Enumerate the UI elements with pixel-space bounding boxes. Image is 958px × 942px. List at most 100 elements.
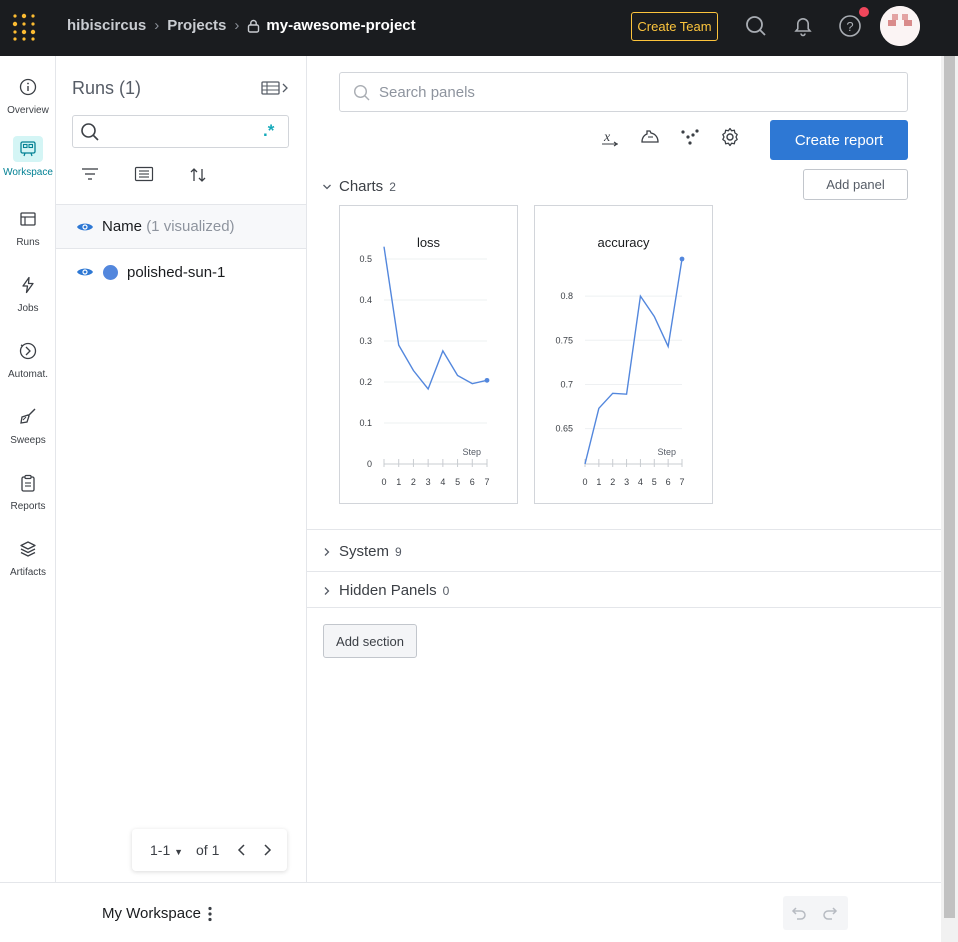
y-tick-label: 0 — [367, 459, 372, 469]
chevron-right-icon[interactable] — [261, 843, 273, 857]
eye-icon[interactable] — [76, 221, 94, 233]
x-tick-label: 6 — [666, 477, 671, 487]
chart-panel-loss[interactable]: loss 0 0.1 0.2 0.3 0.4 0.5 0 1 2 3 4 5 6 7 Step — [339, 205, 518, 504]
info-icon — [19, 78, 37, 96]
undo-icon[interactable] — [789, 904, 807, 922]
filter-icon[interactable] — [80, 166, 100, 182]
x-tick-label: 4 — [638, 477, 643, 487]
nav-sweeps[interactable]: Sweeps — [0, 404, 56, 456]
section-title: System 9 — [339, 543, 402, 560]
nav-automations[interactable]: Automat. — [0, 338, 56, 390]
svg-text:x: x — [603, 130, 611, 145]
section-count: 0 — [442, 584, 450, 598]
x-axis-label: Step — [657, 447, 676, 457]
broom-icon — [20, 408, 36, 424]
x-tick-label: 1 — [396, 477, 401, 487]
workspace-footer: My Workspace — [0, 882, 941, 942]
breadcrumb-projects[interactable]: Projects — [167, 17, 226, 34]
add-section-button[interactable]: Add section — [323, 624, 417, 658]
series-end-point — [679, 256, 685, 262]
nav-artifacts[interactable]: Artifacts — [0, 536, 56, 588]
x-tick-label: 1 — [596, 477, 601, 487]
breadcrumb-project[interactable]: my-awesome-project — [247, 17, 416, 34]
automation-icon — [19, 342, 37, 360]
nav-label: Runs — [16, 237, 40, 248]
nav-workspace[interactable]: Workspace — [0, 136, 56, 188]
nav-label: Jobs — [17, 303, 39, 314]
table-row[interactable]: polished-sun-1 — [56, 249, 306, 295]
outliers-icon[interactable] — [679, 126, 701, 148]
workspace-name[interactable]: My Workspace — [102, 905, 201, 922]
x-tick-label: 7 — [679, 477, 684, 487]
avatar[interactable] — [880, 6, 920, 46]
x-tick-label: 2 — [411, 477, 416, 487]
top-bar: hibiscircus › Projects › my-awesome-proj… — [0, 0, 958, 56]
gear-icon[interactable] — [719, 126, 741, 148]
scrollbar[interactable] — [941, 56, 958, 942]
section-count: 2 — [389, 180, 396, 194]
more-vertical-icon[interactable] — [205, 906, 215, 922]
undo-redo-group — [783, 896, 848, 930]
run-color-swatch[interactable] — [103, 265, 118, 280]
workspace-icon — [20, 141, 36, 157]
y-tick-label: 0.7 — [560, 379, 573, 389]
create-report-button[interactable]: Create report — [770, 120, 908, 160]
chart-panel-accuracy[interactable]: accuracy 0.65 0.7 0.75 0.8 0 1 2 3 4 5 6 7 Step — [534, 205, 713, 504]
breadcrumb: hibiscircus › Projects › my-awesome-proj… — [67, 17, 416, 34]
y-tick-label: 0.75 — [555, 335, 573, 345]
x-axis-label: Step — [462, 447, 481, 457]
group-icon[interactable] — [134, 166, 154, 182]
name-column-header[interactable]: Name (1 visualized) — [102, 218, 235, 235]
add-panel-button[interactable]: Add panel — [803, 169, 908, 200]
x-tick-label: 3 — [426, 477, 431, 487]
redo-icon[interactable] — [822, 904, 840, 922]
series-line — [383, 246, 488, 391]
section-title-text: Charts — [339, 178, 384, 195]
page-total: of 1 — [196, 842, 220, 858]
runs-panel: Runs (1) .* Name (1 visualized) polished… — [56, 56, 307, 882]
nav-runs[interactable]: Runs — [0, 206, 56, 258]
create-team-button[interactable]: Create Team — [631, 12, 718, 41]
page-range-select[interactable]: 1-1 ▼ — [150, 842, 183, 858]
bell-icon[interactable] — [791, 14, 815, 38]
run-name[interactable]: polished-sun-1 — [127, 264, 225, 281]
y-tick-label: 0.5 — [359, 254, 372, 264]
expand-table-icon[interactable] — [261, 80, 289, 96]
x-tick-label: 7 — [484, 477, 489, 487]
scrollbar-thumb[interactable] — [944, 56, 955, 918]
eye-icon[interactable] — [76, 266, 94, 278]
nav-jobs[interactable]: Jobs — [0, 272, 56, 324]
avatar-image — [880, 6, 920, 46]
y-tick-label: 0.3 — [359, 336, 372, 346]
panel-search-placeholder: Search panels — [379, 84, 475, 101]
smoothing-icon[interactable] — [639, 126, 661, 148]
y-tick-label: 0.65 — [555, 424, 573, 434]
series-end-point — [484, 377, 490, 383]
runs-search-input[interactable]: .* — [72, 115, 289, 148]
panel-search-input[interactable]: Search panels — [339, 72, 908, 112]
clipboard-icon — [21, 474, 35, 492]
chevron-left-icon[interactable] — [236, 843, 248, 857]
nav-overview[interactable]: Overview — [0, 74, 56, 126]
line-chart-loss: 00.10.20.30.40.50 1 2 3 4 5 6 7Step — [359, 246, 490, 487]
nav-label: Artifacts — [9, 567, 47, 578]
nav-label: Workspace — [3, 167, 53, 178]
svg-text:?: ? — [846, 19, 853, 34]
search-icon[interactable] — [744, 14, 768, 38]
nav-reports[interactable]: Reports — [0, 470, 56, 522]
table-icon — [20, 212, 36, 226]
lightning-icon — [22, 276, 34, 294]
sort-icon[interactable] — [188, 166, 208, 184]
search-icon — [81, 123, 99, 141]
regex-toggle[interactable]: .* — [263, 121, 274, 141]
help-icon[interactable]: ? — [838, 14, 862, 38]
breadcrumb-entity[interactable]: hibiscircus — [67, 17, 146, 34]
chevron-down-icon — [323, 184, 331, 190]
line-chart-accuracy: 0.65 0.7 0.75 0.8 0 1 2 3 4 5 6 7 Step — [555, 256, 685, 487]
wandb-logo-icon[interactable] — [10, 12, 40, 42]
x-axis-icon[interactable]: x — [599, 126, 621, 148]
visualized-count: (1 visualized) — [146, 218, 235, 235]
chevron-right-icon: › — [154, 17, 160, 34]
runs-table-header: Name (1 visualized) — [56, 204, 306, 249]
section-title-text: Hidden Panels — [339, 582, 437, 599]
